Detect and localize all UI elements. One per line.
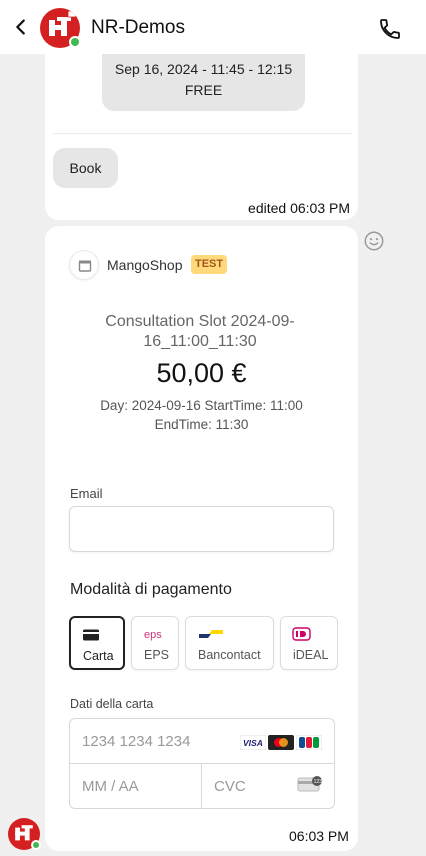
online-status-dot (31, 840, 41, 850)
card-details-box: VISA 123 (69, 718, 335, 809)
phone-icon[interactable] (378, 17, 402, 41)
payment-method-label: Bancontact (198, 648, 261, 662)
slot-status-text: FREE (184, 82, 223, 98)
shop-logo (69, 250, 99, 280)
slot-time-text: Sep 16, 2024 - 11:45 - 12:15 (114, 61, 293, 77)
svg-text:123: 123 (314, 779, 323, 785)
svg-text:eps: eps (144, 629, 162, 641)
bancontact-logo-icon (199, 630, 223, 638)
ideal-logo-icon (292, 627, 311, 641)
card-icon (83, 629, 99, 641)
payment-methods-heading: Modalità di pagamento (70, 581, 232, 598)
online-status-dot (69, 36, 81, 48)
payment-method-eps[interactable]: eps EPS (131, 616, 179, 670)
mastercard-icon (268, 735, 294, 750)
payment-method-label: EPS (144, 648, 170, 662)
payment-method-card[interactable]: Carta (69, 616, 125, 670)
emoji-reaction-icon[interactable] (363, 230, 385, 252)
slot-info-pill: Sep 16, 2024 - 11:45 - 12:15 FREE (102, 54, 305, 111)
message-timestamp: 06:03 PM (289, 828, 349, 844)
price: 50,00 € (156, 358, 247, 388)
visa-icon: VISA (240, 735, 266, 750)
svg-text:VISA: VISA (243, 738, 263, 748)
divider (53, 133, 352, 134)
jcb-icon (296, 735, 322, 750)
book-button[interactable]: Book (53, 148, 118, 188)
eps-logo-icon: eps (144, 629, 162, 641)
card-details-label: Dati della carta (70, 697, 154, 711)
chat-header: NR-Demos (0, 0, 426, 54)
card-number-field[interactable] (70, 719, 334, 764)
chat-title[interactable]: NR-Demos (91, 17, 185, 39)
email-label: Email (70, 486, 103, 501)
product-description: Day: 2024-09-16 StartTime: 11:00 EndTime… (100, 398, 303, 432)
payment-message-bubble: MangoShop TEST Consultation Slot 2024-09… (45, 226, 358, 851)
test-mode-badge: TEST (191, 255, 228, 274)
product-name: Consultation Slot 2024-09-16_11:00_11:30 (105, 313, 295, 350)
message-timestamp: edited 06:03 PM (248, 200, 350, 216)
sender-avatar[interactable] (8, 818, 41, 850)
booking-message-bubble: Sep 16, 2024 - 11:45 - 12:15 FREE Book e… (45, 54, 358, 220)
back-arrow-icon[interactable] (10, 16, 32, 38)
payment-method-bancontact[interactable]: Bancontact (185, 616, 274, 670)
cvc-card-icon: 123 (297, 776, 323, 792)
avatar[interactable] (40, 8, 81, 48)
payment-method-label: iDEAL (293, 648, 329, 662)
payment-method-label: Carta (83, 649, 114, 663)
store-icon (78, 260, 92, 272)
shop-name: MangoShop (107, 257, 183, 273)
email-field[interactable] (69, 506, 334, 552)
expiry-field[interactable] (70, 764, 202, 808)
payment-method-ideal[interactable]: iDEAL (280, 616, 338, 670)
